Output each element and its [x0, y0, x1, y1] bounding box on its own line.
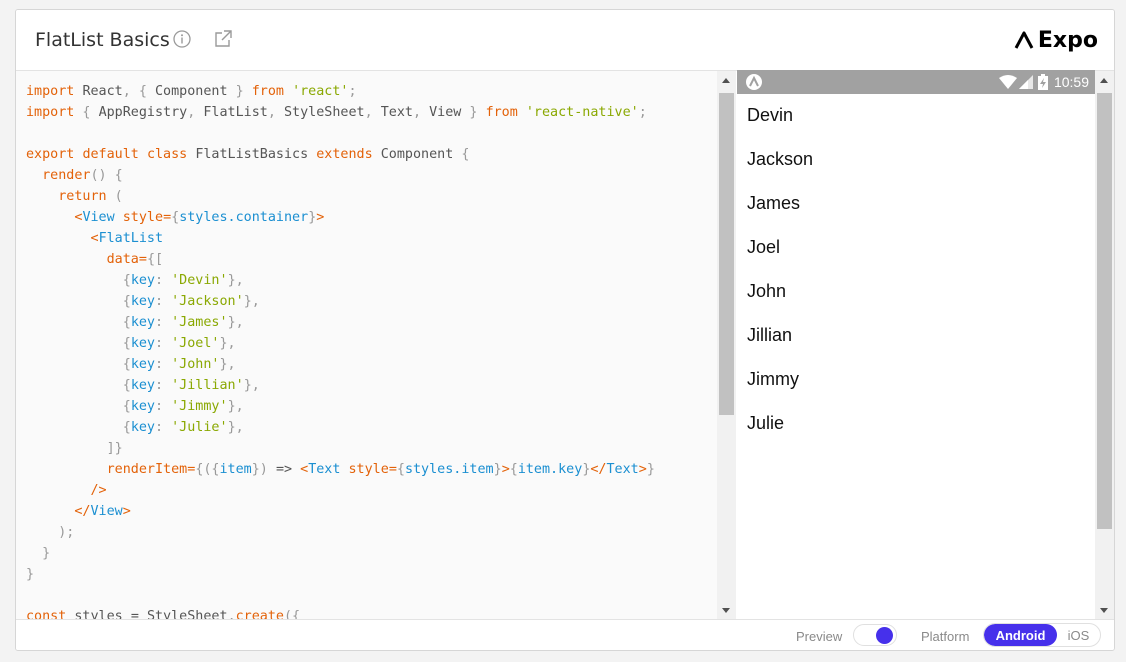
expo-logo-text: Expo	[1037, 27, 1098, 53]
code-token: Text	[606, 462, 639, 477]
code-token: render	[42, 168, 91, 183]
code-token: import	[26, 84, 75, 99]
code-token: data	[106, 252, 139, 267]
code-token: class	[146, 147, 188, 162]
scroll-down-arrow-icon[interactable]	[1100, 608, 1108, 613]
code-token: key	[130, 336, 155, 351]
scroll-up-arrow-icon[interactable]	[1100, 78, 1108, 83]
header: FlatList Basics Expo	[16, 10, 1114, 71]
toggle-knob	[876, 627, 893, 644]
scroll-down-arrow-icon[interactable]	[722, 608, 730, 613]
code-token: key	[130, 378, 155, 393]
code-editor[interactable]: import React, { Component } from 'react'…	[16, 71, 717, 619]
code-token: extends	[316, 147, 373, 162]
code-token: AppRegistry	[98, 105, 188, 120]
preview-scrollbar[interactable]	[1095, 71, 1114, 619]
code-token: FlatList	[98, 231, 164, 246]
platform-label: Platform	[921, 629, 970, 644]
code-token: export	[26, 147, 75, 162]
code-token: View	[429, 105, 462, 120]
list-item[interactable]: Jackson	[747, 149, 813, 170]
code-token: View	[82, 210, 115, 225]
code-token: 'Joel'	[171, 336, 220, 351]
code-token: 'Devin'	[171, 273, 228, 288]
code-token: 'Jimmy'	[171, 399, 228, 414]
preview-toggle[interactable]	[853, 624, 897, 646]
code-token: styles.item	[404, 462, 494, 477]
code-content[interactable]: import React, { Component } from 'react'…	[26, 81, 655, 619]
code-token: 'Jackson'	[171, 294, 244, 309]
expo-logo[interactable]: Expo	[1014, 25, 1098, 55]
editor-scrollbar[interactable]	[717, 71, 736, 619]
code-token: from	[251, 84, 284, 99]
code-token: create	[235, 609, 284, 619]
list-item[interactable]: James	[747, 193, 800, 214]
list-item[interactable]: Jillian	[747, 325, 792, 346]
preview-label: Preview	[796, 629, 843, 644]
footer-bar: Preview Platform Android iOS	[16, 619, 1114, 650]
code-token: FlatListBasics	[195, 147, 309, 162]
list-item[interactable]: John	[747, 281, 786, 302]
code-token: View	[90, 504, 123, 519]
platform-switcher: Android iOS	[983, 623, 1101, 647]
open-external-icon[interactable]	[213, 29, 233, 49]
expo-notification-icon	[746, 74, 762, 90]
expo-logo-icon	[1014, 31, 1034, 49]
status-icons: 10:59	[998, 72, 1089, 92]
code-token: const	[26, 609, 67, 619]
list-item[interactable]: Joel	[747, 237, 780, 258]
battery-charging-icon	[1037, 74, 1048, 90]
code-token: return	[58, 189, 107, 204]
code-token: key	[130, 315, 155, 330]
code-token: Text	[380, 105, 413, 120]
code-token: StyleSheet	[146, 609, 228, 619]
status-time: 10:59	[1053, 74, 1089, 90]
android-status-bar: 10:59	[737, 70, 1095, 94]
code-token: React	[82, 84, 123, 99]
code-token: item	[219, 462, 252, 477]
code-token: default	[82, 147, 139, 162]
code-token: key	[130, 273, 155, 288]
code-token: FlatList	[203, 105, 268, 120]
preview-scrollbar-thumb[interactable]	[1097, 93, 1112, 529]
code-token: key	[130, 357, 155, 372]
editor-scrollbar-thumb[interactable]	[719, 93, 734, 415]
code-token: key	[130, 420, 155, 435]
code-token: 'James'	[171, 315, 228, 330]
platform-android-button[interactable]: Android	[984, 624, 1057, 646]
code-token: styles	[74, 609, 123, 619]
code-token: import	[26, 105, 75, 120]
wifi-icon	[998, 75, 1017, 89]
code-token: 'John'	[171, 357, 220, 372]
code-token: 'Julie'	[171, 420, 228, 435]
code-token: Text	[308, 462, 341, 477]
code-token: style	[348, 462, 389, 477]
code-token: key	[130, 294, 155, 309]
code-token: renderItem	[106, 462, 188, 477]
code-token: styles.container	[179, 210, 309, 225]
info-icon[interactable]	[173, 30, 191, 48]
code-token: item.key	[517, 462, 583, 477]
code-token: Component	[380, 147, 454, 162]
code-token: style	[122, 210, 164, 225]
list-item[interactable]: Julie	[747, 413, 784, 434]
signal-icon	[1018, 75, 1033, 89]
code-token: 'Jillian'	[171, 378, 244, 393]
code-token: 'react'	[292, 84, 349, 99]
list-item[interactable]: Jimmy	[747, 369, 799, 390]
list-item[interactable]: Devin	[747, 105, 793, 126]
scroll-up-arrow-icon[interactable]	[722, 78, 730, 83]
snack-embed: FlatList Basics Expo import React, { Com…	[15, 9, 1115, 651]
code-token: StyleSheet	[284, 105, 365, 120]
code-token: key	[130, 399, 155, 414]
device-preview[interactable]: 10:59 Devin Jackson James Joel John Jill…	[737, 70, 1095, 619]
code-token: Component	[155, 84, 228, 99]
code-token: from	[485, 105, 518, 120]
snack-title: FlatList Basics	[35, 29, 170, 51]
platform-ios-button[interactable]: iOS	[1057, 624, 1100, 646]
code-token: 'react-native'	[525, 105, 639, 120]
